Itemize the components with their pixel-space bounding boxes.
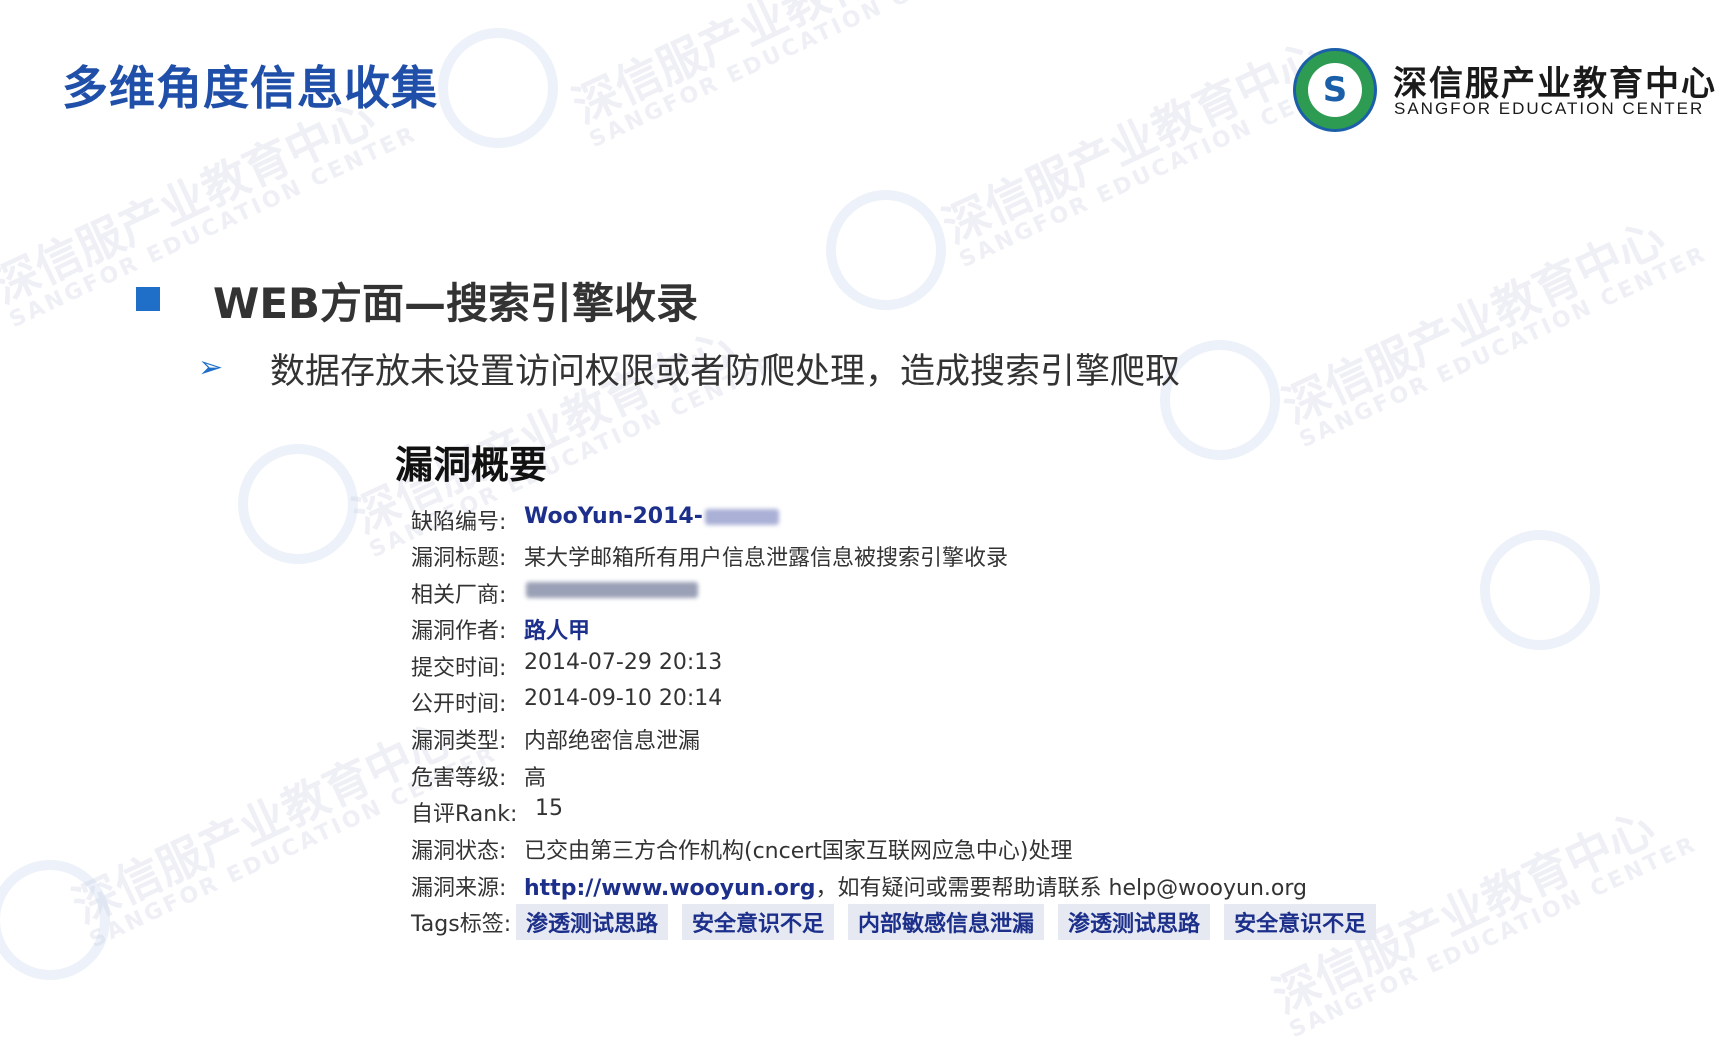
vuln-submitted-value: 2014-07-29 20:13: [524, 650, 723, 675]
field-label: 漏洞作者:: [411, 619, 507, 644]
vuln-id-value: WooYun-2014-: [524, 504, 779, 529]
vuln-source-value: http://www.wooyun.org，如有疑问或需要帮助请联系 help@…: [524, 870, 1307, 902]
vuln-summary-panel: 漏洞概要 缺陷编号: WooYun-2014- 漏洞标题: 某大学邮箱所有用户信…: [395, 430, 1395, 975]
arrow-bullet-icon: ➢: [198, 350, 224, 385]
field-label: 漏洞类型:: [411, 729, 507, 754]
watermark-logo: [438, 28, 558, 148]
tag-link[interactable]: 安全意识不足: [1224, 904, 1377, 940]
tag-link[interactable]: 内部敏感信息泄漏: [848, 904, 1045, 940]
logo-name-cn: 深信服产业教育中心: [1393, 64, 1717, 104]
tag-link[interactable]: 渗透测试思路: [1058, 904, 1211, 940]
vuln-summary-title: 漏洞概要: [395, 443, 548, 487]
source-note: ，如有疑问或需要帮助请联系 help@wooyun.org: [815, 876, 1307, 901]
vuln-rank-value: 15: [535, 796, 563, 821]
tag-list: 渗透测试思路 安全意识不足 内部敏感信息泄漏 渗透测试思路 安全意识不足: [516, 904, 1390, 940]
watermark-logo: [238, 444, 358, 564]
logo-name-en: SANGFOR EDUCATION CENTER: [1394, 99, 1705, 118]
redacted-block: [526, 582, 698, 598]
section-heading: WEB方面—搜索引擎收录: [213, 279, 699, 328]
slide-title: 多维角度信息收集: [62, 61, 438, 115]
watermark-logo: [1480, 530, 1600, 650]
wooyun-link[interactable]: http://www.wooyun.org: [524, 876, 816, 901]
field-label: 提交时间:: [411, 656, 507, 681]
field-label: 危害等级:: [411, 766, 507, 791]
watermark-logo: [826, 190, 946, 310]
field-label: 相关厂商:: [411, 583, 507, 608]
field-label: 缺陷编号:: [411, 510, 507, 535]
vuln-vendor-value: [524, 577, 698, 602]
field-label: 自评Rank:: [411, 802, 518, 827]
field-label: 漏洞来源:: [411, 876, 507, 901]
watermark-logo: [0, 860, 110, 980]
tag-link[interactable]: 安全意识不足: [682, 904, 835, 940]
redacted-block: [704, 509, 779, 525]
vuln-author-link[interactable]: 路人甲: [524, 613, 590, 645]
watermark: 深信服产业教育中心 SANGFOR EDUCATION CENTER: [1274, 210, 1712, 454]
square-bullet-icon: [136, 287, 160, 311]
field-label: 漏洞标题:: [411, 546, 507, 571]
field-label: 漏洞状态:: [411, 839, 507, 864]
watermark: 深信服产业教育中心 SANGFOR EDUCATION CENTER: [564, 0, 1002, 154]
vuln-type-value: 内部绝密信息泄漏: [524, 729, 701, 754]
vuln-subject-value: 某大学邮箱所有用户信息泄露信息被搜索引擎收录: [524, 546, 1009, 571]
vuln-severity-value: 高: [524, 766, 547, 791]
vuln-published-value: 2014-09-10 20:14: [524, 686, 723, 711]
vuln-status-value: 已交由第三方合作机构(cncert国家互联网应急中心)处理: [524, 839, 1073, 864]
logo-emblem-icon: S: [1293, 48, 1377, 132]
field-label: Tags标签:: [411, 912, 512, 937]
tag-link[interactable]: 渗透测试思路: [516, 904, 669, 940]
brand-logo: S 深信服产业教育中心 SANGFOR EDUCATION CENTER: [1293, 46, 1715, 136]
field-label: 公开时间:: [411, 692, 507, 717]
section-subpoint: 数据存放未设置访问权限或者防爬处理，造成搜索引擎爬取: [270, 352, 1181, 392]
